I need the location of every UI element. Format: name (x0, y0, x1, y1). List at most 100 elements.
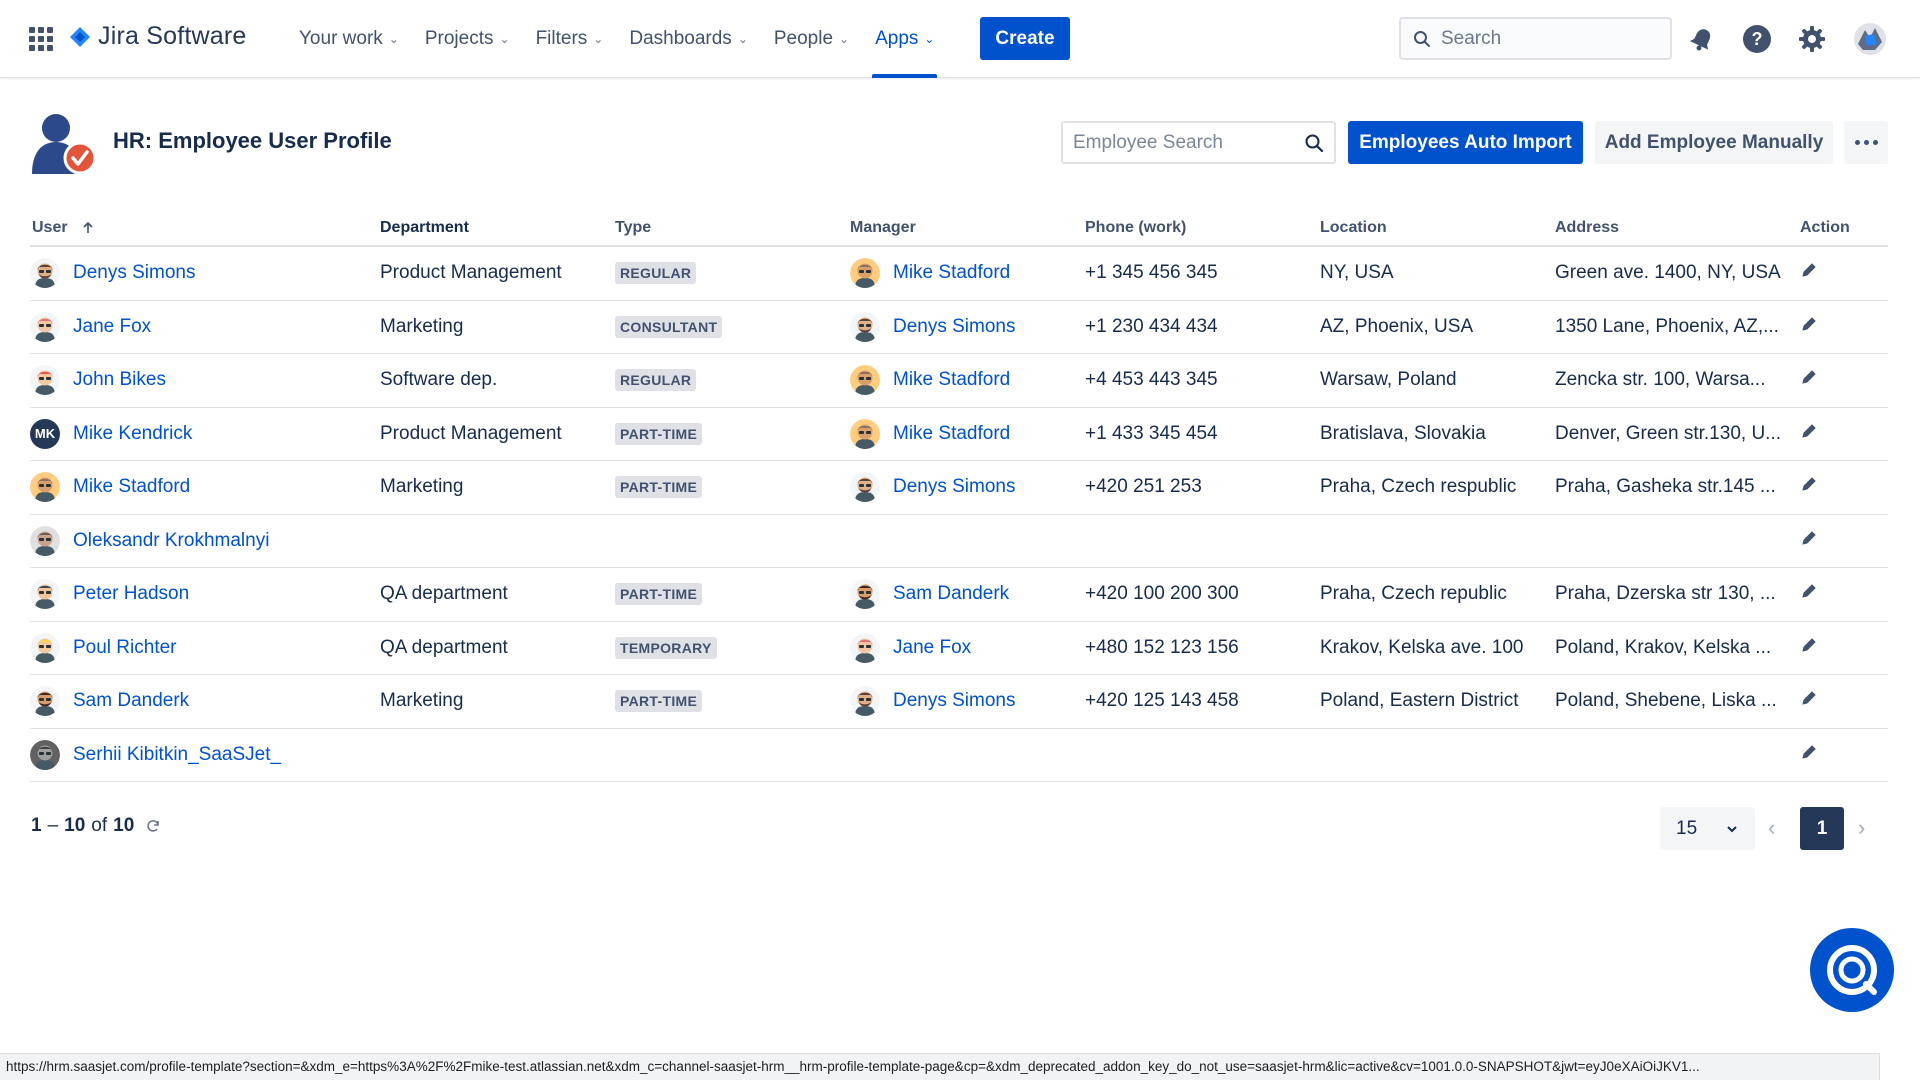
header-type[interactable]: Type (615, 219, 850, 237)
user-name-link[interactable]: Serhii Kibitkin_SaaSJet_ (73, 744, 281, 766)
create-button[interactable]: Create (980, 17, 1070, 60)
of-label: of (91, 815, 108, 836)
jira-logo[interactable]: Jira Software (70, 22, 247, 51)
type-cell: PART-TIME (615, 422, 850, 445)
user-name-link[interactable]: John Bikes (73, 369, 166, 391)
employment-type-lozenge: REGULAR (615, 369, 697, 392)
edit-pencil-icon[interactable] (1800, 368, 1818, 386)
chevron-down-icon: ⌄ (737, 32, 748, 46)
top-navigation: Jira Software Your work ⌄ Projects ⌄ Filte… (0, 0, 1920, 78)
refresh-icon[interactable] (144, 817, 162, 835)
manager-name-link[interactable]: Mike Stadford (893, 262, 1010, 284)
header-user[interactable]: User (30, 219, 380, 237)
profile-avatar[interactable] (1853, 22, 1887, 56)
employment-type-lozenge: PART-TIME (615, 690, 703, 713)
help-icon[interactable]: ? (1742, 24, 1772, 54)
avatar (850, 258, 880, 289)
manager-name-link[interactable]: Mike Stadford (893, 423, 1010, 445)
user-cell: MK Mike Kendrick (30, 418, 380, 449)
action-cell (1790, 689, 1888, 713)
per-page-select[interactable]: 15 (1660, 807, 1755, 850)
avatar (850, 311, 880, 342)
manager-name-link[interactable]: Jane Fox (893, 637, 971, 659)
avatar (850, 365, 880, 396)
address-cell: Praha, Gasheka str.145 ... (1555, 476, 1776, 498)
header-manager[interactable]: Manager (850, 219, 1085, 237)
header-location[interactable]: Location (1320, 219, 1555, 237)
search-icon (1414, 30, 1430, 47)
phone-cell: +1 433 345 454 (1085, 422, 1218, 444)
header-department[interactable]: Department (380, 219, 615, 237)
nav-projects[interactable]: Projects ⌄ (416, 0, 519, 78)
manager-name-link[interactable]: Denys Simons (893, 316, 1016, 338)
employee-search[interactable] (1061, 121, 1336, 164)
add-employee-manually-button[interactable]: Add Employee Manually (1595, 121, 1833, 164)
user-name-link[interactable]: Denys Simons (73, 262, 196, 284)
manager-name-link[interactable]: Mike Stadford (893, 369, 1010, 391)
user-cell: Sam Danderk (30, 686, 380, 717)
nav-apps[interactable]: Apps ⌄ (866, 0, 943, 78)
search-icon[interactable] (1304, 133, 1324, 153)
user-name-link[interactable]: Oleksandr Krokhmalnyi (73, 530, 269, 552)
search-input[interactable] (1441, 27, 1641, 50)
edit-pencil-icon[interactable] (1800, 582, 1818, 600)
employment-type-lozenge: PART-TIME (615, 476, 703, 499)
next-page-button[interactable]: › (1858, 815, 1865, 841)
chevron-down-icon: ⌄ (499, 32, 510, 46)
settings-icon[interactable] (1797, 24, 1827, 54)
employee-search-input[interactable] (1073, 131, 1298, 154)
chevron-down-icon (1727, 825, 1737, 832)
header-phone[interactable]: Phone (work) (1085, 219, 1320, 237)
manager-name-link[interactable]: Sam Danderk (893, 583, 1009, 605)
table-row: MK Mike Kendrick Product Management PART-TI… (30, 408, 1888, 461)
edit-pencil-icon[interactable] (1800, 529, 1818, 547)
user-name-link[interactable]: Jane Fox (73, 316, 151, 338)
edit-pencil-icon[interactable] (1800, 475, 1818, 493)
manager-name-link[interactable]: Denys Simons (893, 690, 1016, 712)
chat-widget-button[interactable] (1810, 928, 1894, 1012)
edit-pencil-icon[interactable] (1800, 422, 1818, 440)
user-name-link[interactable]: Mike Kendrick (73, 423, 192, 445)
address-cell: 1350 Lane, Phoenix, AZ,... (1555, 315, 1779, 337)
edit-pencil-icon[interactable] (1800, 636, 1818, 654)
nav-label: Apps (875, 28, 919, 49)
more-options-button[interactable] (1844, 121, 1888, 164)
user-name-link[interactable]: Mike Stadford (73, 476, 190, 498)
table-row: Serhii Kibitkin_SaaSJet_ (30, 729, 1888, 782)
nav-people[interactable]: People ⌄ (765, 0, 858, 78)
phone-cell: +480 152 123 156 (1085, 636, 1239, 658)
employment-type-lozenge: PART-TIME (615, 422, 703, 445)
nav-label: People (773, 28, 834, 49)
previous-page-button[interactable]: ‹ (1768, 815, 1775, 841)
manager-cell: Mike Stadford (850, 365, 1085, 396)
notification-icon[interactable] (1687, 24, 1717, 54)
range-end: 10 (64, 815, 86, 836)
header-address[interactable]: Address (1555, 219, 1790, 237)
edit-pencil-icon[interactable] (1800, 261, 1818, 279)
manager-name-link[interactable]: Denys Simons (893, 476, 1016, 498)
manager-cell: Denys Simons (850, 686, 1085, 717)
global-search[interactable] (1399, 17, 1672, 60)
nav-filters[interactable]: Filters ⌄ (527, 0, 613, 78)
department-cell: Software dep. (380, 369, 498, 391)
table-row: Oleksandr Krokhmalnyi (30, 515, 1888, 568)
address-cell: Praha, Dzerska str 130, ... (1555, 583, 1776, 605)
app-switcher-icon[interactable] (29, 27, 53, 51)
user-name-link[interactable]: Peter Hadson (73, 583, 189, 605)
user-name-link[interactable]: Poul Richter (73, 637, 177, 659)
phone-cell: +1 230 434 434 (1085, 315, 1218, 337)
nav-dashboards[interactable]: Dashboards ⌄ (620, 0, 757, 78)
page-button-current[interactable]: 1 (1800, 807, 1844, 850)
avatar (850, 686, 880, 717)
employees-auto-import-button[interactable]: Employees Auto Import (1348, 121, 1583, 164)
edit-pencil-icon[interactable] (1800, 743, 1818, 761)
edit-pencil-icon[interactable] (1800, 315, 1818, 333)
department-cell: Product Management (380, 262, 562, 284)
user-name-link[interactable]: Sam Danderk (73, 690, 189, 712)
edit-pencil-icon[interactable] (1800, 689, 1818, 707)
table-row: Sam Danderk Marketing PART-TIME Denys Simon… (30, 675, 1888, 729)
nav-your-work[interactable]: Your work ⌄ (290, 0, 408, 78)
more-dot (1854, 140, 1860, 145)
location-cell: NY, USA (1320, 262, 1394, 284)
manager-cell: Denys Simons (850, 472, 1085, 503)
